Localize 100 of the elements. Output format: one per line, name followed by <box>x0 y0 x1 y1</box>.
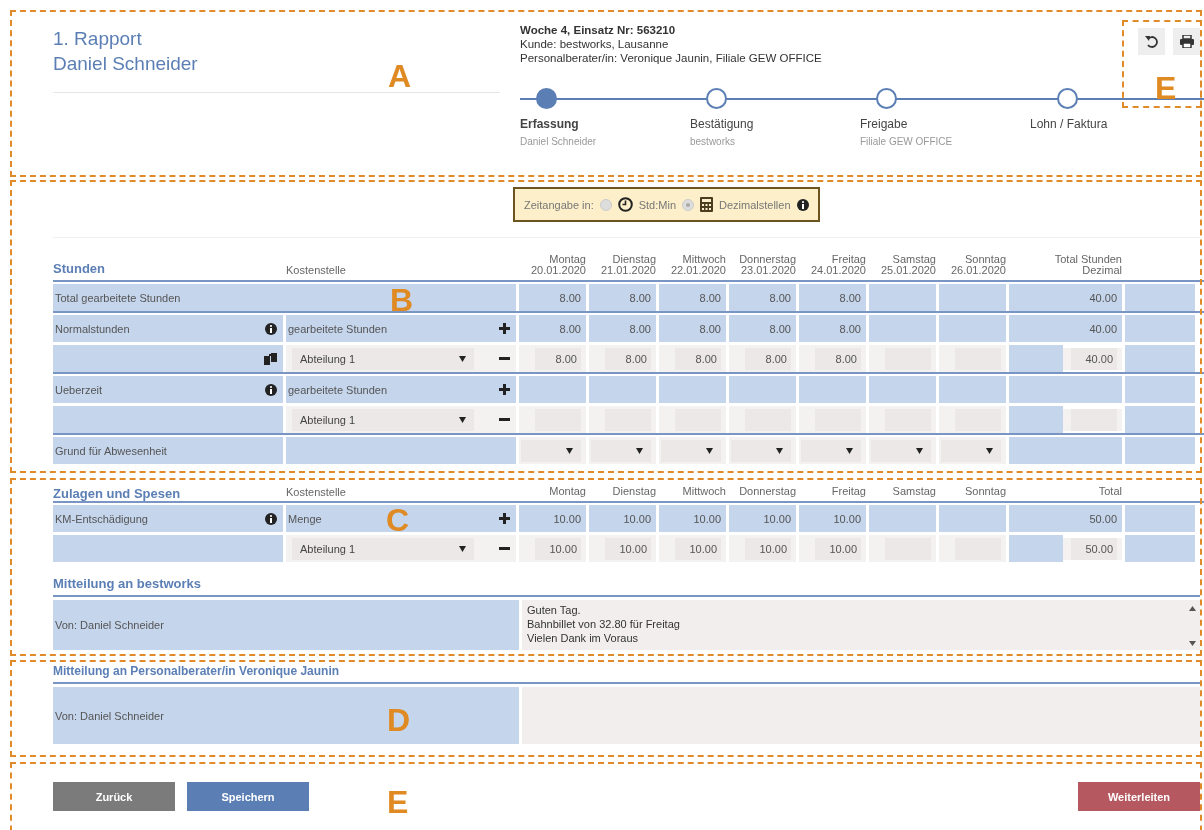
annotation-letter: B <box>390 284 414 316</box>
clock-icon <box>617 197 633 212</box>
input-field[interactable]: 8.00 <box>815 347 861 370</box>
column-header: Donnerstag <box>738 486 796 499</box>
table-cell: 8.00 <box>519 284 586 311</box>
table-cell: 10.00 <box>729 505 796 532</box>
section-title: Mitteilung an Personalberater/in Veronique Jaunin <box>53 664 1200 684</box>
table-cell: 8.00 <box>729 315 796 342</box>
assignment-info: Kunde: bestworks, Lausanne <box>520 37 669 51</box>
absence-select[interactable] <box>661 439 721 462</box>
caret-icon <box>846 447 853 454</box>
input-field[interactable]: 8.00 <box>675 347 721 370</box>
undo-icon <box>1145 35 1158 48</box>
step-title: Bestätigung <box>690 116 755 132</box>
message-field[interactable]: Guten Tag. Bahnbillet von 32.80 für Freitag Vielen Dank im Voraus <box>522 600 1200 650</box>
plus-icon[interactable] <box>499 513 510 524</box>
table-cell <box>1125 505 1195 532</box>
table-cell: 50.00 <box>1009 505 1122 532</box>
column-header: Total Stunden Dezimal <box>1053 254 1122 276</box>
radio-button[interactable] <box>682 198 694 211</box>
table-cell <box>1125 315 1195 342</box>
save-button[interactable]: Speichern <box>187 782 309 811</box>
table-cell: Grund für Abwesenheit <box>53 437 283 464</box>
absence-select[interactable] <box>871 439 931 462</box>
print-button[interactable] <box>1173 28 1200 55</box>
table-cell <box>939 376 1006 403</box>
table-cell <box>589 376 656 403</box>
table-cell <box>519 376 586 403</box>
minus-icon[interactable] <box>499 418 510 421</box>
plus-icon[interactable] <box>499 384 510 395</box>
input-field[interactable]: 10.00 <box>675 537 721 560</box>
annotation-letter: A <box>388 60 412 92</box>
table-cell <box>1125 284 1195 311</box>
table-cell <box>869 376 936 403</box>
input-field[interactable]: 40.00 <box>1071 347 1117 370</box>
table-cell <box>869 505 936 532</box>
input-field[interactable]: 8.00 <box>605 347 651 370</box>
step-title: Lohn / Faktura <box>1030 116 1109 132</box>
cost-center-select[interactable]: Abteilung 1 <box>292 347 474 370</box>
cost-center-label: gearbeitete Stunden <box>288 322 388 335</box>
column-header: Kostenstelle <box>286 264 347 276</box>
column-header: Mittwoch 22.01.2020 <box>669 254 726 276</box>
table-cell: 10.00 <box>799 505 866 532</box>
info-icon <box>265 322 277 335</box>
minus-icon[interactable] <box>499 357 510 360</box>
input-field[interactable]: 10.00 <box>815 537 861 560</box>
section-title: Stunden <box>53 261 106 276</box>
table-cell: 8.00 <box>589 315 656 342</box>
table-cell <box>1009 406 1064 433</box>
table-cell <box>1125 437 1195 464</box>
assignment-info: Personalberater/in: Veronique Jaunin, Filiale GEW OFFICE <box>520 51 822 65</box>
cost-center-select[interactable]: Abteilung 1 <box>292 408 474 431</box>
step-subtitle: bestworks <box>690 136 736 147</box>
forward-button[interactable]: Weiterleiten <box>1078 782 1200 811</box>
column-header: Sonntag 26.01.2020 <box>949 254 1006 276</box>
assignment-info: Woche 4, Einsatz Nr: 563210 <box>520 23 676 37</box>
scroll-down-icon[interactable] <box>1188 641 1196 646</box>
table-cell <box>869 284 936 311</box>
cost-center-select[interactable]: Abteilung 1 <box>292 537 474 560</box>
table-cell: 8.00 <box>589 284 656 311</box>
column-header: Samstag 25.01.2020 <box>879 254 936 276</box>
absence-select[interactable] <box>591 439 651 462</box>
undo-button[interactable] <box>1138 28 1165 55</box>
input-field[interactable]: 50.00 <box>1071 537 1117 560</box>
table-cell: 40.00 <box>1009 315 1122 342</box>
column-header: Donnerstag 23.01.2020 <box>738 254 796 276</box>
absence-select[interactable] <box>801 439 861 462</box>
caret-icon <box>986 447 993 454</box>
scroll-up-icon[interactable] <box>1188 606 1196 611</box>
input-field[interactable]: 8.00 <box>745 347 791 370</box>
row-label: Ueberzeit <box>55 383 103 396</box>
column-header: Kostenstelle <box>286 486 347 500</box>
table-cell <box>729 376 796 403</box>
absence-select[interactable] <box>941 439 1001 462</box>
input-field[interactable]: 8.00 <box>535 347 581 370</box>
back-button[interactable]: Zurück <box>53 782 175 811</box>
message-field[interactable] <box>522 687 1200 744</box>
input-field[interactable]: 10.00 <box>535 537 581 560</box>
input-field[interactable]: 10.00 <box>605 537 651 560</box>
table-cell: 10.00 <box>589 505 656 532</box>
caret-icon <box>636 447 643 454</box>
table-cell: 8.00 <box>729 284 796 311</box>
table-cell <box>1009 345 1064 372</box>
print-icon <box>1179 35 1194 48</box>
column-header: Montag <box>548 486 586 499</box>
column-header: Sonntag <box>964 486 1006 499</box>
option-label: Dezimalstellen <box>719 198 791 211</box>
plus-icon[interactable] <box>499 323 510 334</box>
caret-icon <box>566 447 573 454</box>
minus-icon[interactable] <box>499 547 510 550</box>
cost-center-label: gearbeitete Stunden <box>288 383 388 396</box>
info-icon <box>796 198 809 211</box>
absence-select[interactable] <box>731 439 791 462</box>
input-field[interactable]: 10.00 <box>745 537 791 560</box>
column-header: Freitag 24.01.2020 <box>809 254 866 276</box>
column-header: Total <box>1097 486 1122 499</box>
info-icon <box>265 512 277 525</box>
caret-icon <box>916 447 923 454</box>
radio-button[interactable] <box>599 198 612 211</box>
absence-select[interactable] <box>521 439 581 462</box>
